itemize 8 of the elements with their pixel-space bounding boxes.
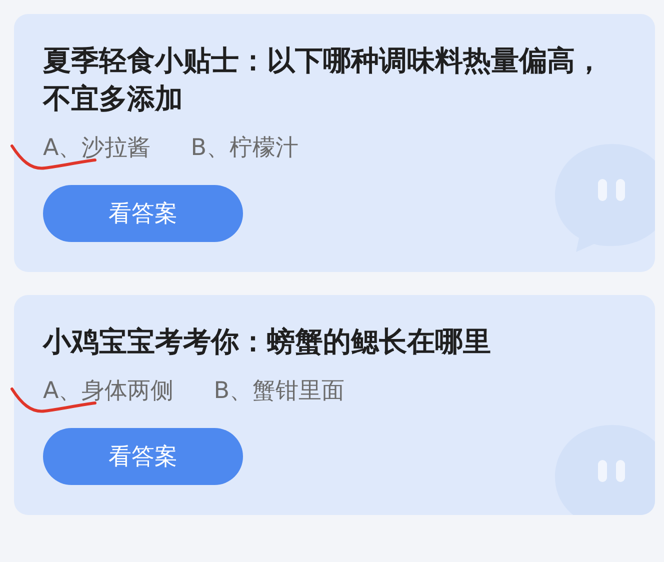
answer-option: A、身体两侧 bbox=[43, 378, 174, 404]
answer-option: A、沙拉酱 bbox=[43, 135, 151, 161]
answer-button[interactable]: 看答案 bbox=[43, 185, 243, 242]
answer-option: B、蟹钳里面 bbox=[214, 378, 345, 404]
answer-button[interactable]: 看答案 bbox=[43, 428, 243, 485]
question-title: 小鸡宝宝考考你：螃蟹的鳃长在哪里 bbox=[43, 324, 492, 360]
question-title: 夏季轻食小贴士：以下哪种调味料热量偏高，不宜多添加 bbox=[43, 43, 604, 117]
answer-option: B、柠檬汁 bbox=[190, 135, 299, 161]
